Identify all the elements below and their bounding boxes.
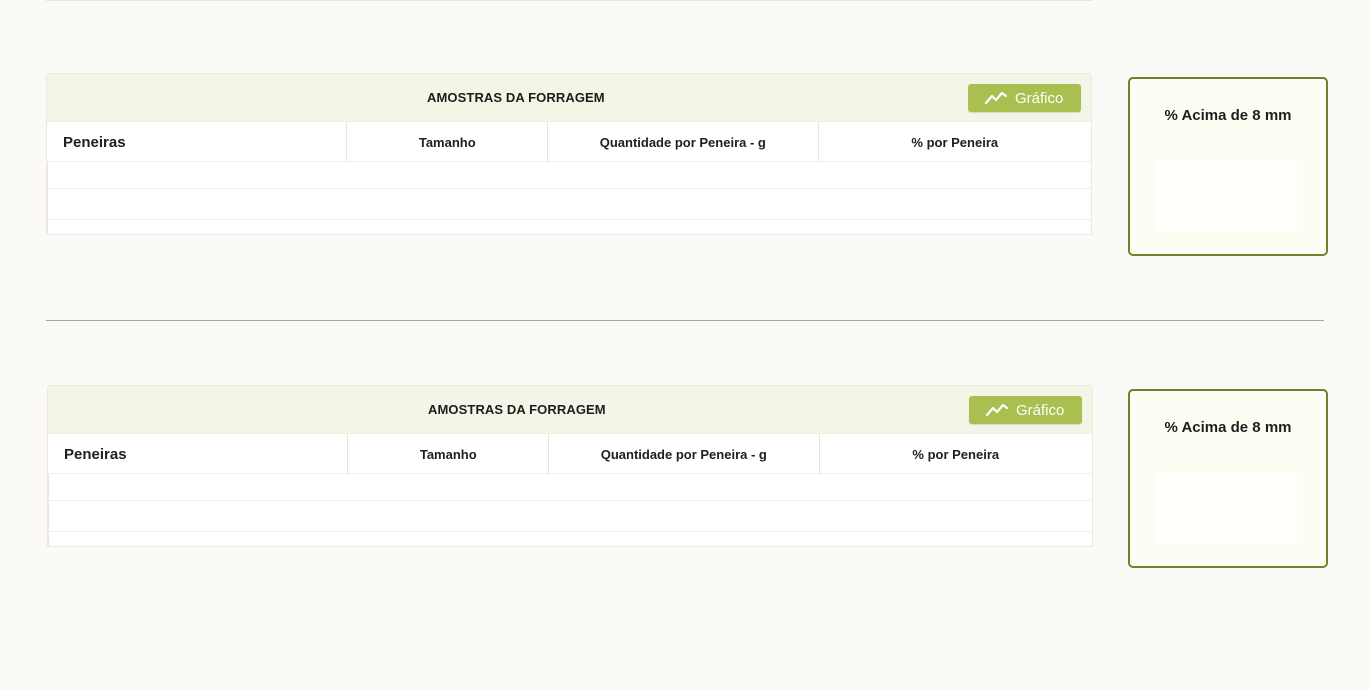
metric-card-content [1157,473,1297,543]
metric-card: % Acima de 8 mm [1128,77,1328,256]
table-title: AMOSTRAS DA FORRAGEM [428,402,606,417]
table-header-bar: AMOSTRAS DA FORRAGEM Gráfico [47,74,1091,122]
table-row-divider [47,219,1091,220]
chart-button-label: Gráfico [1016,401,1065,419]
table-body [47,162,1091,234]
metric-card-content [1157,161,1297,231]
sample-table: AMOSTRAS DA FORRAGEM Gráfico Peneiras Ta… [46,73,1092,235]
table-left-edge [47,162,48,234]
chart-button[interactable]: Gráfico [968,84,1081,112]
table-left-edge [48,474,49,546]
column-header-quantidade: Quantidade por Peneira - g [549,434,820,474]
table-column-header-row: Peneiras Tamanho Quantidade por Peneira … [47,122,1091,162]
line-chart-icon [986,402,1008,418]
column-header-peneiras: Peneiras [47,122,348,162]
metric-card-title: % Acima de 8 mm [1164,419,1292,436]
column-header-percent: % por Peneira [912,446,1000,462]
table-row-divider [48,531,1092,532]
line-chart-icon [985,90,1007,106]
column-header-percent: % por Peneira [911,134,999,150]
chart-button[interactable]: Gráfico [969,396,1082,424]
table-row-divider [48,500,1092,501]
table-header-bar: AMOSTRAS DA FORRAGEM Gráfico [48,386,1092,434]
column-header-tamanho: Tamanho [348,434,550,474]
table-column-header-row: Peneiras Tamanho Quantidade por Peneira … [48,434,1092,474]
column-header-tamanho: Tamanho [347,122,549,162]
page-top-divider [46,0,1092,1]
sample-table: AMOSTRAS DA FORRAGEM Gráfico Peneiras Ta… [47,385,1093,547]
forage-sample-section-2: AMOSTRAS DA FORRAGEM Gráfico Peneiras Ta… [0,385,1369,585]
chart-button-label: Gráfico [1015,89,1064,107]
table-row-divider [47,188,1091,189]
metric-card: % Acima de 8 mm [1128,389,1328,568]
metric-card-title: % Acima de 8 mm [1164,107,1292,124]
section-divider [46,320,1324,321]
forage-sample-section-1: AMOSTRAS DA FORRAGEM Gráfico Peneiras Ta… [0,73,1369,273]
column-header-quantidade: Quantidade por Peneira - g [548,122,819,162]
table-body [48,474,1092,546]
table-title: AMOSTRAS DA FORRAGEM [427,90,605,105]
column-header-peneiras: Peneiras [48,434,349,474]
